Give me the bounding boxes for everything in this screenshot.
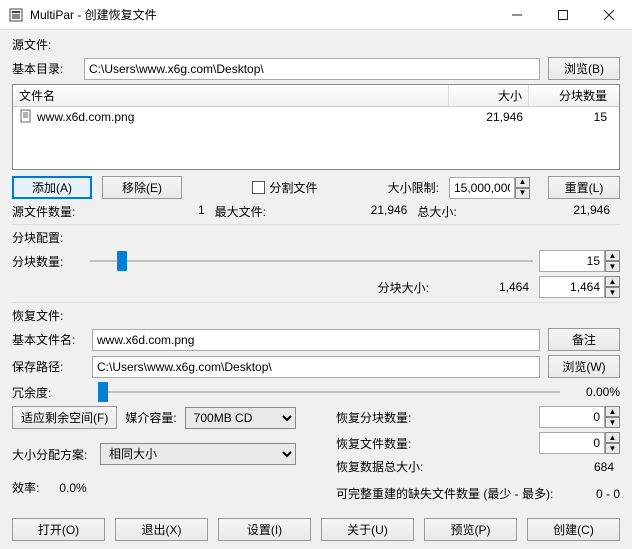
table-row[interactable]: www.x6d.com.png 21,946 15: [13, 107, 619, 127]
about-button[interactable]: 关于(U): [321, 518, 414, 541]
media-label: 媒介容量:: [125, 409, 176, 426]
blockcount-spinner[interactable]: ▲▼: [539, 250, 620, 272]
blockcount-input[interactable]: [539, 250, 605, 272]
media-select[interactable]: 700MB CD: [185, 407, 296, 429]
rectotal-label: 恢复数据总大小:: [336, 458, 436, 475]
settings-button[interactable]: 设置(I): [218, 518, 311, 541]
split-scheme-label: 大小分配方案:: [12, 446, 92, 463]
limit-up[interactable]: ▲: [515, 177, 530, 188]
maximize-button[interactable]: [540, 0, 586, 30]
blocksize-up[interactable]: ▲: [605, 276, 620, 287]
remove-button[interactable]: 移除(E): [102, 176, 182, 199]
fileblocks-cell: 15: [529, 109, 619, 125]
filecount-value: 1: [75, 203, 214, 220]
basename-input[interactable]: [92, 329, 540, 351]
col-blocks[interactable]: 分块数量: [529, 85, 619, 106]
basename-label: 基本文件名:: [12, 331, 92, 348]
recblocks-label: 恢复分块数量:: [336, 409, 436, 426]
rebuild-value: 0 - 0: [553, 487, 620, 501]
browse-basedir-button[interactable]: 浏览(B): [548, 57, 620, 80]
recfiles-label: 恢复文件数量:: [336, 435, 436, 452]
rebuild-label: 可完整重建的缺失文件数量 (最少 - 最多):: [336, 485, 553, 502]
blockcount-up[interactable]: ▲: [605, 250, 620, 261]
filename-cell: www.x6d.com.png: [37, 110, 134, 124]
create-button[interactable]: 创建(C): [527, 518, 620, 541]
basedir-label: 基本目录:: [12, 60, 84, 77]
blocksize-display: 1,464: [439, 280, 529, 294]
recfiles-spinner[interactable]: ▲▼: [539, 432, 620, 454]
recfiles-input[interactable]: [539, 432, 605, 454]
blockcount-label: 分块数量:: [12, 253, 84, 270]
limit-down[interactable]: ▼: [515, 188, 530, 199]
split-label: 分割文件: [269, 179, 317, 196]
split-checkbox[interactable]: 分割文件: [252, 179, 317, 196]
blocksize-label: 分块大小:: [378, 279, 429, 296]
file-icon: [19, 109, 33, 126]
limit-spinner[interactable]: ▲▼: [449, 177, 530, 199]
blockcount-down[interactable]: ▼: [605, 261, 620, 272]
close-button[interactable]: [586, 0, 632, 30]
maxfile-value: 21,946: [266, 203, 417, 220]
browse-path-button[interactable]: 浏览(W): [548, 355, 620, 378]
efficiency-value: 0.0%: [59, 481, 86, 495]
blocksize-down[interactable]: ▼: [605, 287, 620, 298]
recblocks-input[interactable]: [539, 406, 605, 428]
savepath-input[interactable]: [92, 356, 540, 378]
recblocks-down[interactable]: ▼: [605, 417, 620, 428]
total-value: 21,946: [457, 203, 620, 220]
recfiles-up[interactable]: ▲: [605, 432, 620, 443]
exit-button[interactable]: 退出(X): [115, 518, 208, 541]
redundancy-pct: 0.00%: [566, 385, 620, 399]
limit-input[interactable]: [449, 177, 515, 199]
filesize-cell: 21,946: [449, 109, 529, 125]
block-section-label: 分块配置:: [12, 229, 63, 246]
blocksize-input[interactable]: [539, 276, 605, 298]
redundancy-slider[interactable]: [98, 382, 560, 402]
basedir-input[interactable]: [84, 58, 540, 80]
reset-button[interactable]: 重置(L): [548, 176, 620, 199]
blockcount-slider[interactable]: [90, 251, 533, 271]
app-icon: [8, 7, 24, 23]
add-button[interactable]: 添加(A): [12, 176, 92, 199]
split-scheme-select[interactable]: 相同大小: [100, 443, 296, 465]
maxfile-label: 最大文件:: [215, 203, 266, 220]
savepath-label: 保存路径:: [12, 358, 92, 375]
total-label: 总大小:: [417, 203, 456, 220]
rectotal-value: 684: [436, 460, 620, 474]
fit-free-button[interactable]: 适应剩余空间(F): [12, 406, 117, 429]
comment-button[interactable]: 备注: [548, 328, 620, 351]
blocksize-spinner[interactable]: ▲▼: [539, 276, 620, 298]
minimize-button[interactable]: [494, 0, 540, 30]
recblocks-spinner[interactable]: ▲▼: [539, 406, 620, 428]
file-table[interactable]: 文件名 大小 分块数量 www.x6d.com.png 21,946 15: [12, 84, 620, 170]
redundancy-label: 冗余度:: [12, 384, 92, 401]
recfiles-down[interactable]: ▼: [605, 443, 620, 454]
open-button[interactable]: 打开(O): [12, 518, 105, 541]
efficiency-label: 效率:: [12, 479, 39, 496]
col-size[interactable]: 大小: [449, 85, 529, 106]
recblocks-up[interactable]: ▲: [605, 406, 620, 417]
window-title: MultiPar - 创建恢复文件: [30, 6, 494, 23]
recovery-section-label: 恢复文件:: [12, 307, 63, 324]
preview-button[interactable]: 预览(P): [424, 518, 517, 541]
source-label: 源文件:: [12, 36, 51, 53]
filecount-label: 源文件数量:: [12, 203, 75, 220]
col-filename[interactable]: 文件名: [13, 85, 449, 106]
limit-label: 大小限制:: [388, 179, 439, 196]
